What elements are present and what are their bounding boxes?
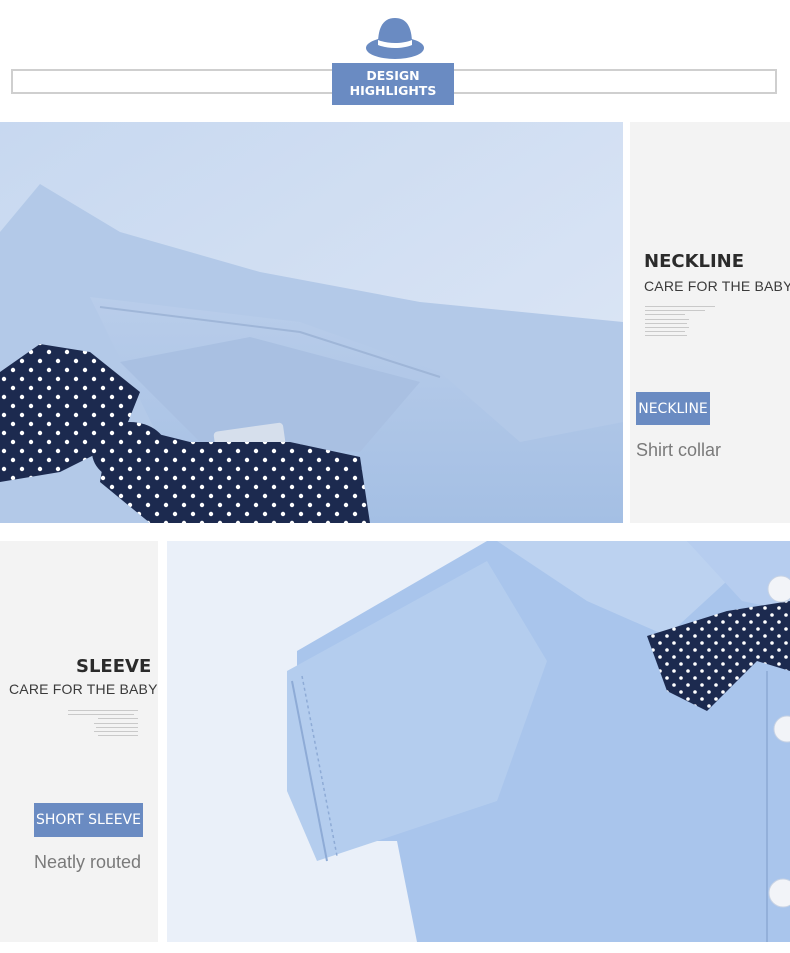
neckline-fine-print [645, 306, 717, 339]
sleeve-title: SLEEVE [76, 656, 152, 677]
sleeve-photo [167, 541, 790, 942]
hat-icon [366, 18, 424, 59]
sleeve-fine-print [68, 710, 140, 739]
badge-line-1: DESIGN [366, 68, 420, 83]
sleeve-panel [0, 541, 158, 942]
badge-line-2: HIGHLIGHTS [349, 83, 437, 98]
short-sleeve-tag: SHORT SLEEVE [34, 803, 143, 837]
design-highlights-badge: DESIGN HIGHLIGHTS [332, 63, 454, 105]
sleeve-subtitle: CARE FOR THE BABY [9, 681, 158, 697]
neckline-caption: Shirt collar [636, 440, 722, 460]
collar-photo [0, 122, 623, 523]
neckline-title: NECKLINE [644, 251, 745, 272]
neckline-subtitle: CARE FOR THE BABY [644, 278, 790, 294]
sleeve-caption: Neatly routed [34, 852, 142, 872]
neckline-tag: NECKLINE [636, 392, 710, 425]
